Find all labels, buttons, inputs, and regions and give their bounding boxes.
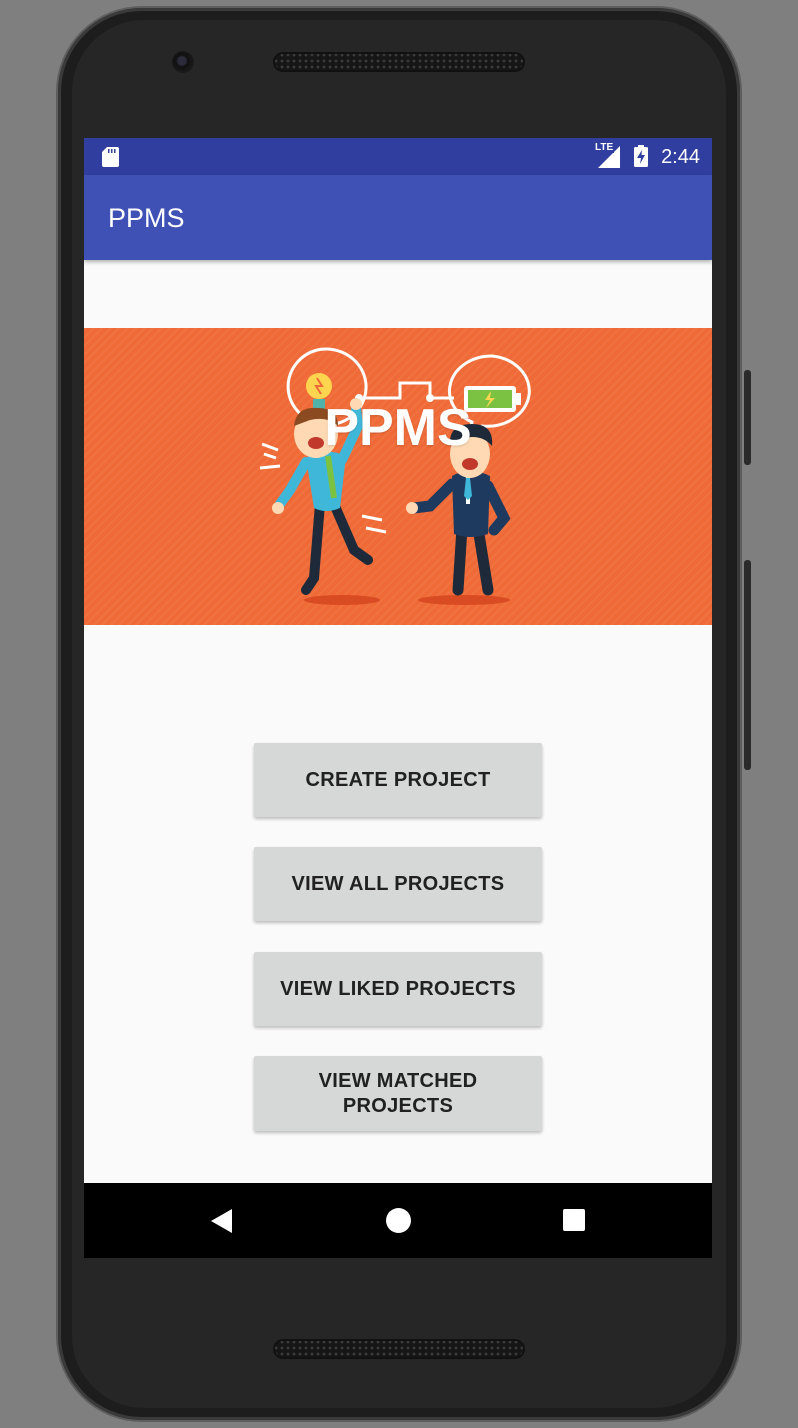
battery-charging-icon — [634, 145, 648, 167]
create-project-button[interactable]: CREATE PROJECT — [254, 743, 542, 817]
status-bar: LTE 2:44 — [84, 138, 712, 175]
banner-title: PPMS — [324, 399, 472, 457]
network-type-label: LTE — [594, 142, 615, 153]
sd-card-icon — [102, 147, 119, 167]
power-button — [744, 370, 751, 465]
status-time: 2:44 — [661, 146, 700, 168]
screen: LTE 2:44 PPMS PPMS CREATE PROJECT VIEW A… — [84, 138, 712, 1258]
bottom-speaker — [273, 1339, 525, 1359]
front-camera — [172, 51, 194, 73]
banner-image: PPMS — [84, 328, 712, 625]
recents-icon[interactable] — [563, 1209, 585, 1231]
navigation-bar — [84, 1183, 712, 1258]
home-icon[interactable] — [386, 1208, 411, 1233]
banner-illustration — [259, 347, 531, 605]
back-icon[interactable] — [210, 1208, 234, 1234]
app-title: PPMS — [108, 203, 185, 233]
app-bar: PPMS — [84, 175, 712, 260]
view-all-projects-button[interactable]: VIEW ALL PROJECTS — [254, 847, 542, 921]
volume-button — [744, 560, 751, 770]
top-speaker — [273, 52, 525, 72]
view-matched-projects-button[interactable]: VIEW MATCHED PROJECTS — [254, 1056, 542, 1131]
signal-icon: LTE — [594, 142, 620, 168]
view-liked-projects-button[interactable]: VIEW LIKED PROJECTS — [254, 952, 542, 1026]
